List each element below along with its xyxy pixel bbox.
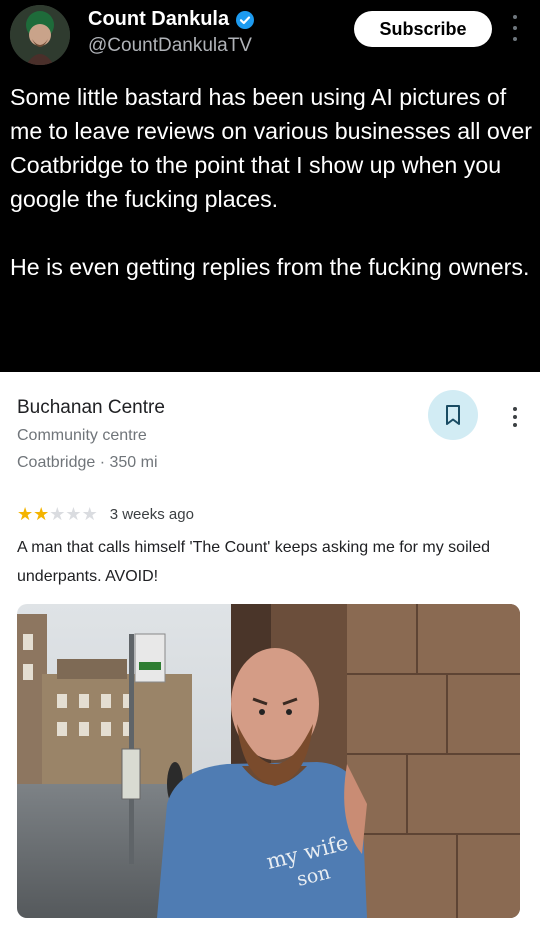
review-time: 3 weeks ago	[109, 505, 194, 523]
place-location: Coatbridge · 350 mi	[17, 454, 158, 471]
tweet-text: Some little bastard has been using AI pi…	[10, 84, 532, 280]
subscribe-button[interactable]: Subscribe	[354, 11, 492, 47]
more-options-icon[interactable]	[508, 15, 522, 41]
star-icon: ★	[81, 504, 98, 524]
avatar[interactable]	[10, 5, 70, 65]
star-icon: ★	[17, 504, 34, 524]
review-photo[interactable]: my wife son	[17, 604, 520, 918]
avatar-image	[10, 5, 70, 65]
review-text: A man that calls himself 'The Count' kee…	[17, 539, 490, 585]
bookmark-icon	[446, 405, 460, 425]
star-icon: ★	[65, 504, 82, 524]
review-card: Buchanan Centre Community centre Coatbri…	[0, 372, 540, 929]
star-icon: ★	[49, 504, 66, 524]
review-photo-image: my wife son	[17, 604, 520, 918]
star-icon: ★	[33, 504, 50, 524]
author-name-row[interactable]: Count Dankula	[88, 8, 255, 31]
save-button[interactable]	[428, 390, 478, 440]
more-vert-icon[interactable]	[512, 407, 518, 427]
place-category: Community centre	[17, 427, 147, 444]
tweet-container: Count Dankula @CountDankulaTV Subscribe …	[0, 0, 540, 372]
author-name[interactable]: Count Dankula	[88, 8, 229, 31]
author-handle[interactable]: @CountDankulaTV	[88, 35, 252, 57]
verified-badge-icon	[236, 10, 255, 29]
place-name[interactable]: Buchanan Centre	[17, 397, 165, 419]
star-rating: ★ ★ ★ ★ ★ 3 weeks ago	[17, 504, 194, 524]
